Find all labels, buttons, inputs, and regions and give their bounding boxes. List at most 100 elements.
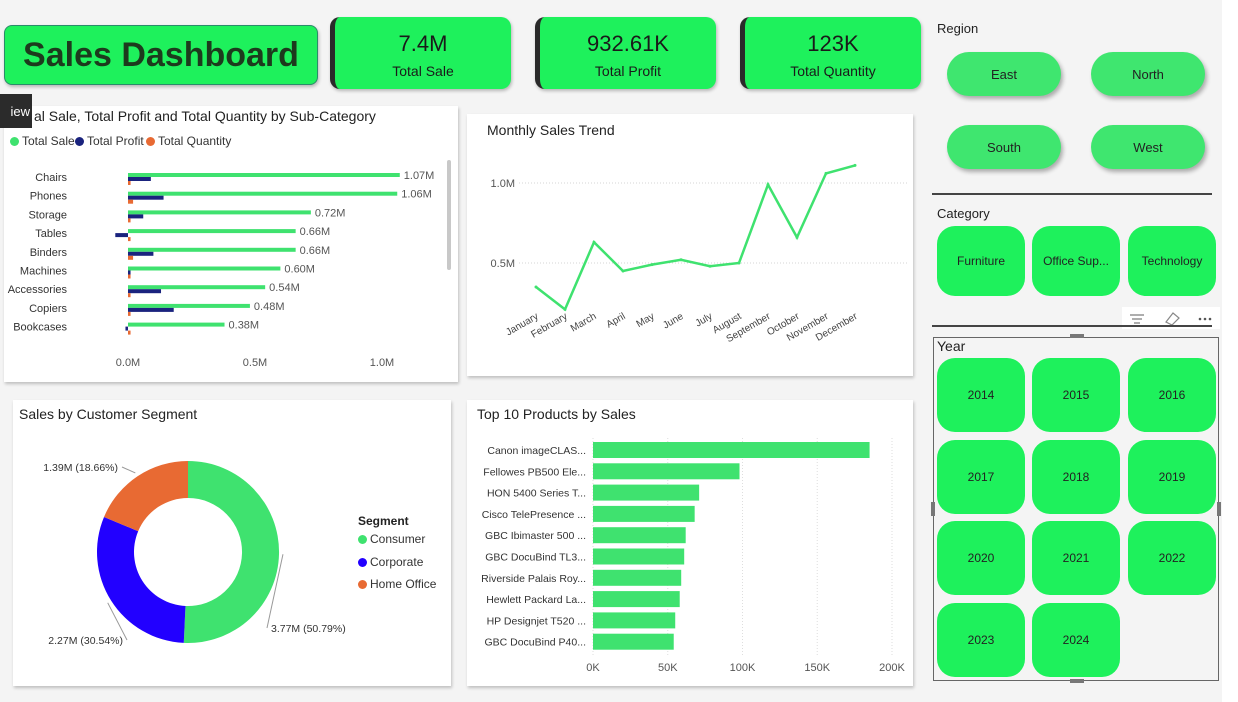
bar-total-profit [115, 233, 128, 238]
kpi-card-total-profit[interactable]: 932.61K Total Profit [535, 17, 716, 89]
year-button-2021[interactable]: 2021 [1032, 521, 1120, 595]
top-products-panel[interactable]: Top 10 Products by Sales 0K 50K 100K 150K 20… [467, 400, 913, 686]
legend-dot-icon [358, 535, 367, 545]
data-point [534, 285, 538, 289]
data-label: 0.66M [300, 226, 331, 238]
top-products-bar-chart: 0K 50K 100K 150K 200K Canon imageCLAS... Fello… [481, 438, 906, 674]
data-label: 0.66M [300, 245, 331, 257]
year-button-2015[interactable]: 2015 [1032, 358, 1120, 432]
bar-total-sale [128, 229, 296, 234]
y-tick-label: 1.0M [491, 178, 515, 190]
category-label: Chairs [35, 172, 67, 184]
bar-total-quantity [128, 181, 131, 185]
bar-product-sales [593, 527, 686, 544]
year-button-2019[interactable]: 2019 [1128, 440, 1216, 514]
data-point [679, 258, 683, 262]
bar-product-sales [593, 591, 680, 608]
monthly-trend-panel[interactable]: Monthly Sales Trend 1.0M 0.5M January Febru… [467, 114, 913, 376]
category-button-office-supplies[interactable]: Office Sup... [1032, 226, 1120, 296]
kpi-card-total-quantity[interactable]: 123K Total Quantity [740, 17, 921, 89]
bar-total-quantity [128, 274, 131, 279]
data-label: 0.38M [229, 320, 260, 332]
region-button-south[interactable]: South [947, 125, 1061, 169]
vertical-scrollbar[interactable] [447, 160, 451, 270]
bar-product-sales [593, 633, 674, 650]
monthly-line-chart: 1.0M0.5MJanuaryFebruary March April May June… [491, 163, 907, 345]
region-button-west[interactable]: West [1091, 125, 1205, 169]
category-slicer-title: Category [937, 206, 990, 221]
kpi-value: 123K [807, 31, 859, 56]
bar-total-quantity [128, 199, 134, 204]
bar-total-profit [128, 214, 144, 219]
category-button-furniture[interactable]: Furniture [937, 226, 1025, 296]
legend-label: Home Office [370, 577, 437, 591]
year-button-2024[interactable]: 2024 [1032, 603, 1120, 677]
section-divider [932, 325, 1212, 327]
data-label: 1.39M (18.66%) [43, 462, 118, 474]
data-label: 0.54M [269, 282, 300, 294]
filter-lines-icon[interactable] [1130, 314, 1144, 324]
year-button-2018[interactable]: 2018 [1032, 440, 1120, 514]
eraser-icon[interactable] [1165, 312, 1180, 326]
legend-item-consumer[interactable]: Consumer [358, 532, 425, 546]
x-tick-label: 100K [730, 662, 756, 674]
bar-total-sale [128, 210, 311, 215]
x-tick-label: 150K [804, 662, 830, 674]
category-label: Phones [30, 191, 68, 203]
kpi-label: Total Quantity [790, 63, 876, 79]
bar-total-quantity [128, 237, 131, 242]
resize-handle[interactable] [931, 502, 935, 516]
bar-product-sales [593, 569, 682, 586]
bar-product-sales [593, 612, 676, 629]
kpi-value: 7.4M [398, 31, 448, 56]
data-point [621, 269, 625, 273]
resize-handle[interactable] [1070, 334, 1084, 338]
year-button-2017[interactable]: 2017 [937, 440, 1025, 514]
dashboard-title: Sales Dashboard [4, 25, 318, 85]
bar-total-profit [128, 177, 151, 181]
data-point [563, 307, 567, 311]
legend-item-home-office[interactable]: Home Office [358, 577, 436, 591]
resize-handle[interactable] [1217, 502, 1221, 516]
legend-item-corporate[interactable]: Corporate [358, 555, 423, 569]
kpi-card-total-sale[interactable]: 7.4M Total Sale [330, 17, 511, 89]
year-slicer-title: Year [937, 338, 966, 354]
bar-total-sale [128, 191, 398, 196]
data-label: 2.27M (30.54%) [48, 635, 123, 647]
year-button-2022[interactable]: 2022 [1128, 521, 1216, 595]
data-point [737, 261, 741, 265]
x-tick-label: June [661, 311, 686, 332]
region-button-east[interactable]: East [947, 52, 1061, 96]
year-button-2020[interactable]: 2020 [937, 521, 1025, 595]
category-label: Canon imageCLAS... [487, 445, 586, 457]
data-point [592, 240, 596, 244]
tooltip-view: iew [0, 94, 32, 128]
more-options-icon[interactable] [1198, 317, 1212, 321]
legend-label: Corporate [370, 555, 424, 569]
slice-consumer [183, 461, 280, 643]
data-point [650, 263, 654, 267]
x-tick-label: 200K [879, 662, 905, 674]
bar-total-quantity [128, 293, 131, 298]
data-point [708, 264, 712, 268]
subcategory-chart-panel[interactable]: al Sale, Total Profit and Total Quantity… [4, 106, 458, 382]
resize-handle[interactable] [1070, 679, 1084, 683]
bar-total-quantity [128, 218, 131, 223]
bar-total-quantity [128, 330, 131, 335]
year-button-2016[interactable]: 2016 [1128, 358, 1216, 432]
data-point [853, 163, 857, 167]
year-button-2023[interactable]: 2023 [937, 603, 1025, 677]
bar-total-sale [128, 247, 296, 252]
category-button-technology[interactable]: Technology [1128, 226, 1216, 296]
year-button-2014[interactable]: 2014 [937, 358, 1025, 432]
category-label: Cisco TelePresence ... [482, 509, 586, 521]
x-tick-label: 0.0M [116, 357, 140, 369]
segment-donut-panel[interactable]: Sales by Customer Segment 3.77M (50.79%)… [13, 400, 451, 686]
region-button-north[interactable]: North [1091, 52, 1205, 96]
section-divider [932, 193, 1212, 195]
slice-corporate [96, 516, 186, 643]
data-point [766, 183, 770, 187]
bar-total-profit [128, 251, 154, 256]
bar-total-sale [128, 266, 281, 271]
x-tick-label: March [569, 311, 599, 334]
